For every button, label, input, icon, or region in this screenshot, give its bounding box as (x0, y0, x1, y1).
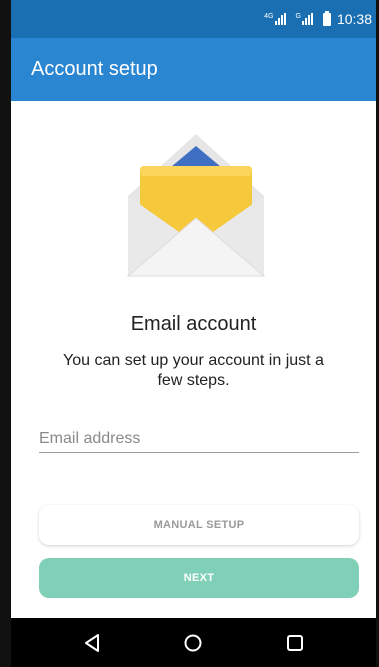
signal-tag: 4G (264, 13, 274, 20)
app-bar: Account setup (11, 38, 376, 101)
email-field[interactable] (39, 425, 359, 453)
phone-screen: 4G G 10:38 Account setup Email account Y… (0, 0, 379, 667)
navigation-bar (11, 618, 376, 667)
next-button[interactable]: NEXT (39, 558, 359, 598)
page-subtitle: You can set up your account in just a fe… (63, 352, 324, 389)
signal-icon: 4G (264, 13, 286, 25)
status-time: 10:38 (336, 11, 372, 27)
app-bar-title: Account setup (31, 58, 158, 80)
page-title: Email account (130, 313, 257, 335)
envelope-icon (126, 134, 266, 277)
manual-setup-button[interactable]: MANUAL SETUP (39, 505, 359, 545)
battery-icon (322, 10, 331, 26)
back-icon[interactable] (77, 628, 107, 658)
home-icon[interactable] (178, 628, 208, 658)
main-content: Email account You can set up your accoun… (11, 101, 376, 618)
status-bar: 4G G 10:38 (11, 0, 376, 38)
recents-icon[interactable] (280, 628, 310, 658)
signal-icon: G (296, 13, 313, 25)
signal-tag: G (295, 13, 301, 20)
